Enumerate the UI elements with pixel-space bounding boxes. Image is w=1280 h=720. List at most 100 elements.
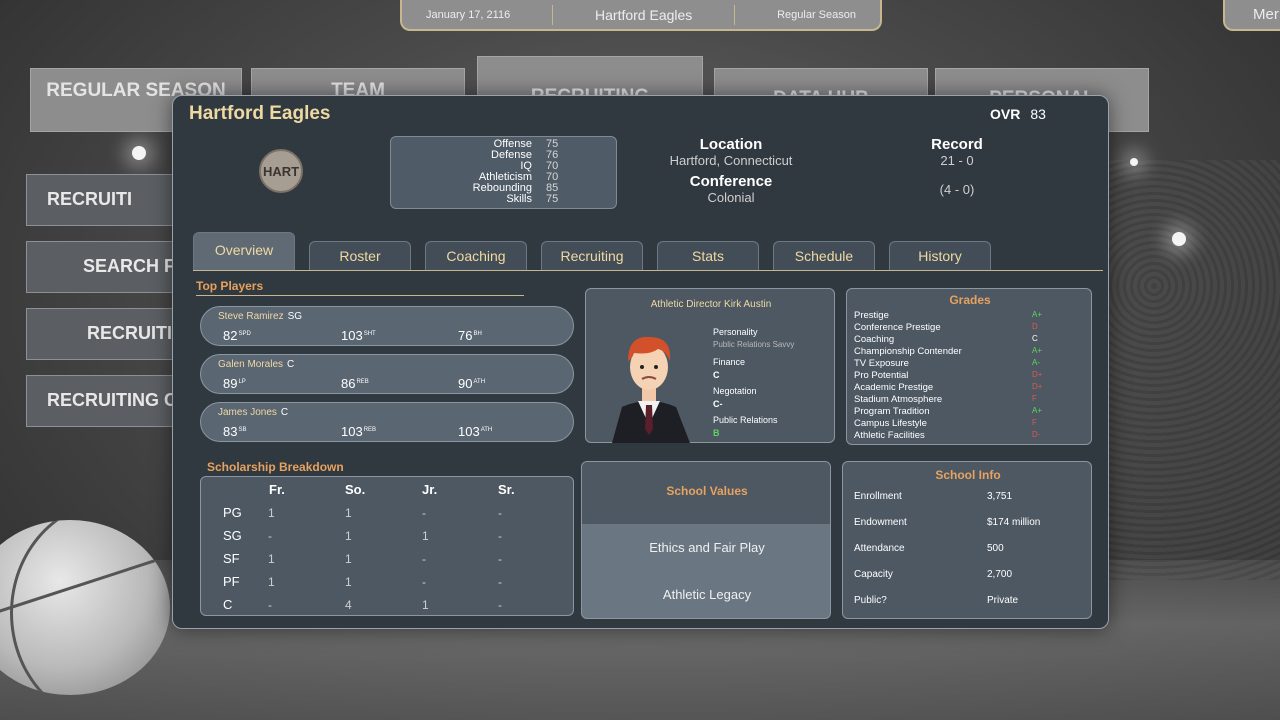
school-value-item: Athletic Legacy — [662, 587, 752, 602]
stat-value: 103 — [341, 424, 363, 439]
stat-value: 89 — [223, 376, 238, 391]
scholarship-cell: - — [422, 506, 426, 520]
tab-schedule[interactable]: Schedule — [773, 241, 875, 270]
grade-value: D- — [1032, 430, 1041, 439]
grade-value: A- — [1032, 358, 1040, 367]
player-name: James Jones — [218, 407, 277, 418]
grade-label: Campus Lifestyle — [854, 418, 927, 429]
stat-key: REB — [356, 378, 369, 385]
scholarship-title: Scholarship Breakdown — [207, 460, 344, 474]
player-position: C — [287, 359, 295, 370]
grade-row: Academic Prestige D+ — [854, 382, 1084, 394]
ad-public-relations: Public Relations B — [713, 415, 778, 438]
conference-block: Conference Colonial — [651, 173, 811, 205]
tab-divider — [193, 270, 1103, 271]
scholarship-cell: - — [422, 552, 426, 566]
side-button-recruiting[interactable]: RECRUITI — [26, 174, 176, 226]
scholarship-cell: 1 — [345, 506, 352, 520]
conference-record: (4 - 0) — [939, 182, 975, 197]
tab-recruiting[interactable]: Recruiting — [541, 241, 643, 270]
school-name: Hartford Eagles — [189, 103, 331, 124]
player-card[interactable]: Galen Morales C 89LP 86REB 90ATH — [200, 354, 574, 394]
grade-label: Coaching — [854, 334, 895, 345]
rating-row: Skills 75 — [391, 194, 616, 205]
school-values-card: School Values Ethics and Fair Play Athle… — [581, 461, 831, 619]
background-arena-light — [132, 146, 146, 160]
school-overview-panel: Hartford Eagles OVR 83 HART Offense 75 Def… — [172, 95, 1109, 629]
athletic-director-portrait-icon — [612, 336, 690, 443]
grade-value: A+ — [1032, 310, 1043, 319]
column-header: Sr. — [498, 482, 515, 497]
tab-overview[interactable]: Overview — [193, 232, 295, 270]
stat-value: 76 — [458, 328, 473, 343]
player-card[interactable]: Steve Ramirez SG 82SPD 103SHT 76BH — [200, 306, 574, 346]
player-stat: 103REB — [341, 424, 376, 439]
school-info-row: Public? Private — [854, 595, 1084, 606]
grade-value: A+ — [1032, 346, 1043, 355]
school-info-label: Capacity — [854, 569, 893, 580]
grade-value: F — [1032, 418, 1037, 427]
season-phase: Regular Season — [777, 8, 856, 21]
grade-label: Program Tradition — [854, 406, 930, 417]
ad-attr-value: C — [713, 370, 720, 380]
tab-coaching[interactable]: Coaching — [425, 241, 527, 270]
grades-card: Grades Prestige A+ Conference Prestige D Coa… — [846, 288, 1092, 445]
player-stat: 103ATH — [458, 424, 492, 439]
player-stat: 82SPD — [223, 328, 251, 343]
grade-row: Athletic Facilities D- — [854, 430, 1084, 442]
rating-label: Skills — [506, 193, 532, 205]
side-button-search[interactable]: SEARCH F — [26, 241, 176, 293]
background-arena-light — [1172, 232, 1186, 246]
school-info-row: Attendance 500 — [854, 543, 1084, 554]
team-ratings-box: Offense 75 Defense 76 IQ 70 Athleticism 70 R… — [390, 136, 617, 209]
grade-value: C — [1032, 334, 1038, 343]
player-card[interactable]: James Jones C 83SB 103REB 103ATH — [200, 402, 574, 442]
school-info-label: Attendance — [854, 543, 905, 554]
stat-value: 103 — [458, 424, 480, 439]
conference-value: Colonial — [707, 190, 755, 205]
tab-roster[interactable]: Roster — [309, 241, 411, 270]
player-name: Galen Morales — [218, 359, 284, 370]
game-date: January 17, 2116 — [426, 8, 511, 21]
location-block: Location Hartford, Connecticut — [651, 136, 811, 168]
grade-value: D+ — [1032, 370, 1043, 379]
school-info-label: Endowment — [854, 517, 907, 528]
side-button-recruiting-2[interactable]: RECRUITI — [26, 308, 176, 360]
side-button-recruiting-c[interactable]: RECRUITING C — [26, 375, 176, 427]
grade-row: Conference Prestige D — [854, 322, 1084, 334]
ovr-label: OVR — [990, 106, 1021, 122]
school-info-value: Private — [987, 595, 1019, 606]
scholarship-cell: 1 — [268, 575, 275, 589]
athletic-director-title: Athletic Director Kirk Austin — [650, 299, 772, 310]
ad-attr-label: Public Relations — [713, 415, 778, 425]
scholarship-cell: 4 — [345, 598, 352, 612]
menu-button[interactable]: Mer — [1223, 0, 1280, 31]
record-label: Record — [931, 136, 983, 153]
grade-label: TV Exposure — [854, 358, 909, 369]
grade-row: Prestige A+ — [854, 310, 1084, 322]
column-header: Jr. — [422, 482, 438, 497]
school-value-item: Ethics and Fair Play — [649, 540, 765, 555]
grade-label: Stadium Atmosphere — [854, 394, 943, 405]
ovr-value: 83 — [1030, 106, 1046, 122]
tab-stats[interactable]: Stats — [657, 241, 759, 270]
scholarship-cell: - — [498, 598, 502, 612]
stat-key: LP — [238, 378, 246, 385]
stat-value: 90 — [458, 376, 473, 391]
tab-history[interactable]: History — [889, 241, 991, 270]
ad-attr-value: C- — [713, 399, 723, 409]
stat-key: BH — [473, 330, 482, 337]
school-info-value: 2,700 — [987, 569, 1013, 580]
player-stat: 86REB — [341, 376, 369, 391]
stat-value: 83 — [223, 424, 238, 439]
school-values-title: School Values — [666, 484, 748, 498]
stat-key: SPD — [238, 330, 251, 337]
grades-title: Grades — [949, 293, 991, 307]
background-arena-light — [1130, 158, 1138, 166]
school-info-row: Endowment $174 million — [854, 517, 1084, 528]
grade-label: Athletic Facilities — [854, 430, 925, 441]
school-logo: HART — [259, 149, 303, 193]
player-stat: 103SHT — [341, 328, 376, 343]
scholarship-cell: - — [422, 575, 426, 589]
rating-row: Rebounding 85 — [391, 183, 616, 194]
